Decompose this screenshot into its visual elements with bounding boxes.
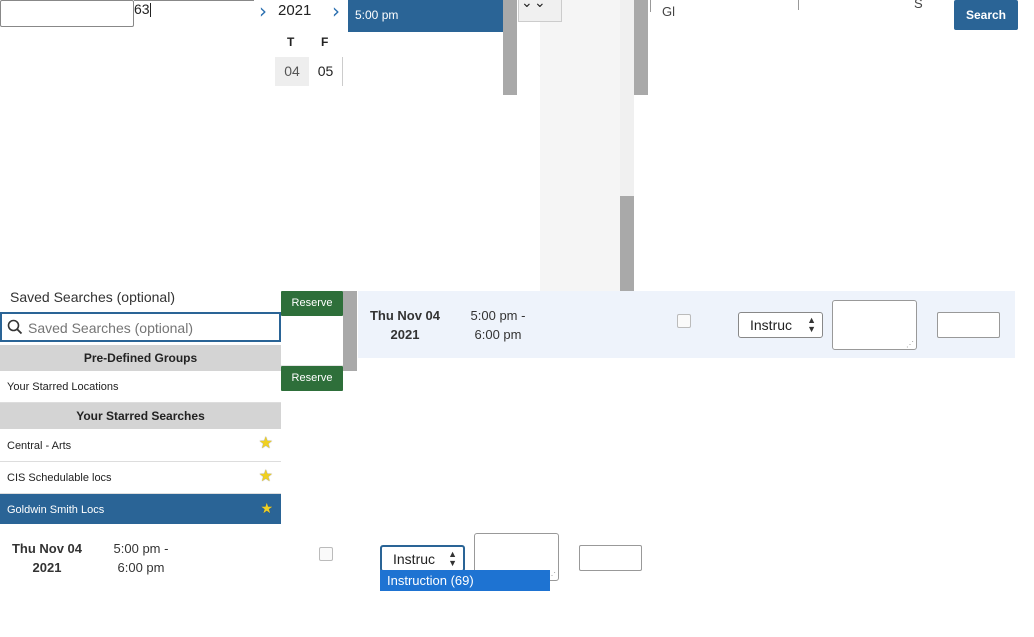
row-time: 5:00 pm - 6:00 pm bbox=[456, 306, 540, 344]
calendar-date-05[interactable]: 05 bbox=[309, 57, 343, 86]
row-date-line1: Thu Nov 04 bbox=[11, 541, 83, 556]
row-checkbox[interactable] bbox=[677, 314, 691, 328]
list-item-cis-schedulable[interactable]: CIS Schedulable locs ★ bbox=[0, 462, 281, 494]
scrollbar-thumb-2[interactable] bbox=[620, 196, 634, 291]
row-time-2: 5:00 pm - 6:00 pm bbox=[99, 539, 183, 577]
row-time-line2: 6:00 pm bbox=[117, 560, 165, 575]
time-slot-selected[interactable]: 5:00 pm bbox=[348, 0, 503, 32]
header-fragment-2: S bbox=[914, 0, 923, 11]
saved-searches-label: Saved Searches (optional) bbox=[10, 289, 175, 305]
text-cursor bbox=[149, 3, 151, 18]
scrollbar-thumb-4[interactable] bbox=[343, 291, 357, 371]
side-panel bbox=[540, 0, 620, 291]
row-date-2: Thu Nov 04 2021 bbox=[4, 539, 90, 577]
header-divider-2 bbox=[798, 0, 799, 10]
event-type-select[interactable]: Instruc ▲ ▼ bbox=[738, 312, 823, 338]
calendar-day-header-f: F bbox=[321, 35, 329, 49]
row-time-line1: 5:00 pm - bbox=[470, 308, 526, 323]
list-item-label: Your Starred Locations bbox=[7, 381, 119, 393]
row-time-line1: 5:00 pm - bbox=[113, 541, 169, 556]
attendance-input[interactable] bbox=[937, 312, 1000, 338]
scrollbar-thumb[interactable] bbox=[503, 0, 517, 95]
event-type-select-2[interactable]: Instruc ▲ ▼ bbox=[380, 545, 465, 572]
calendar-day-header-t: T bbox=[287, 35, 295, 49]
row-checkbox-2[interactable] bbox=[319, 547, 333, 561]
search-button[interactable]: Search bbox=[954, 0, 1018, 30]
list-item-label: CIS Schedulable locs bbox=[7, 472, 112, 484]
scrollbar-thumb-3[interactable] bbox=[634, 0, 648, 95]
star-icon[interactable]: ★ bbox=[259, 469, 273, 485]
sort-toggle-button[interactable]: ⌄ ⌄ bbox=[518, 0, 562, 22]
chevron-down-icon: ⌄ bbox=[521, 0, 533, 10]
select-arrows-icon: ▲ ▼ bbox=[448, 549, 457, 568]
star-icon[interactable]: ★ bbox=[260, 500, 273, 516]
header-divider bbox=[650, 0, 651, 12]
predefined-groups-header: Pre-Defined Groups bbox=[0, 345, 281, 371]
row-date-line2: 2021 bbox=[32, 560, 62, 575]
number-field[interactable]: 63 bbox=[134, 0, 254, 21]
event-type-value: Instruc bbox=[393, 551, 436, 567]
list-item-label: Central - Arts bbox=[7, 440, 72, 452]
saved-searches-input[interactable] bbox=[0, 312, 281, 342]
header-fragment: Gl bbox=[662, 4, 675, 19]
star-icon[interactable]: ★ bbox=[259, 436, 273, 452]
row-date-line2: 2021 bbox=[390, 327, 420, 342]
chevron-right-icon-2[interactable]: › bbox=[332, 1, 340, 21]
chevron-right-icon[interactable]: › bbox=[259, 1, 267, 21]
list-item-label: Goldwin Smith Locs bbox=[7, 504, 105, 516]
reserve-gap bbox=[281, 316, 343, 366]
list-item-central-arts[interactable]: Central - Arts ★ bbox=[0, 429, 281, 462]
number-value: 63 bbox=[134, 1, 150, 17]
dropdown-option-instruction[interactable]: Instruction (69) bbox=[380, 570, 550, 591]
list-item-starred-locations[interactable]: Your Starred Locations bbox=[0, 371, 281, 403]
calendar-date-04[interactable]: 04 bbox=[275, 57, 310, 86]
search-icon bbox=[7, 319, 23, 335]
notes-textarea[interactable]: ⋰ bbox=[832, 300, 917, 350]
top-text-input[interactable] bbox=[0, 0, 134, 27]
starred-searches-header: Your Starred Searches bbox=[0, 403, 281, 429]
reserve-button-2[interactable]: Reserve bbox=[281, 366, 343, 391]
list-item-goldwin-smith-selected[interactable]: Goldwin Smith Locs ★ bbox=[0, 494, 281, 524]
row-date-line1: Thu Nov 04 bbox=[369, 308, 441, 323]
saved-searches-text[interactable] bbox=[26, 317, 280, 339]
row-time-line2: 6:00 pm bbox=[474, 327, 522, 342]
select-arrows-icon: ▲ ▼ bbox=[807, 315, 816, 334]
attendance-input-2[interactable] bbox=[579, 545, 642, 571]
reserve-button[interactable]: Reserve bbox=[281, 291, 343, 316]
year-label: 2021 bbox=[278, 2, 312, 19]
chevron-down-icon-2: ⌄ bbox=[534, 0, 546, 10]
resize-grip-icon: ⋰ bbox=[906, 340, 914, 349]
event-type-value: Instruc bbox=[750, 317, 793, 333]
row-date: Thu Nov 04 2021 bbox=[362, 306, 448, 344]
